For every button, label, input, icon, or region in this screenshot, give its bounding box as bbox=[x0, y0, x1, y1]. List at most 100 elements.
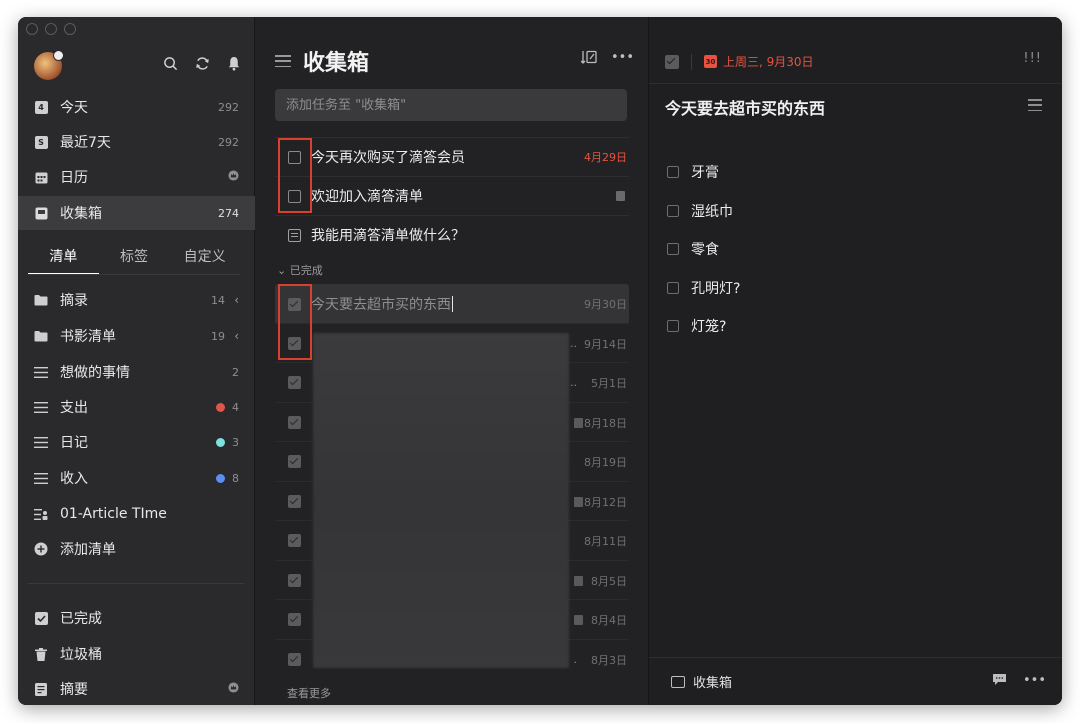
sidebar-item-label: 今天 bbox=[60, 100, 88, 116]
add-list-button[interactable]: 添加清单 bbox=[18, 532, 255, 566]
truncation-ellipsis: . bbox=[573, 653, 578, 666]
sidebar-item-calendar[interactable]: 日历 bbox=[18, 160, 255, 194]
more-options-icon[interactable]: ••• bbox=[1023, 673, 1046, 690]
checklist-mode-icon[interactable] bbox=[1028, 99, 1042, 111]
sidebar: 4 今天 292 S 最近7天 292 日历 收集箱 274 清单 标签 自定义… bbox=[18, 17, 255, 705]
subtask-checkbox[interactable] bbox=[667, 320, 679, 332]
subtask-checkbox[interactable] bbox=[667, 166, 679, 178]
list-color-dot bbox=[216, 402, 225, 412]
sidebar-item-trash[interactable]: 垃圾桶 bbox=[18, 637, 255, 671]
blurred-content bbox=[313, 333, 569, 668]
list-actions: ••• bbox=[580, 50, 634, 68]
bell-icon[interactable] bbox=[226, 55, 242, 71]
subtask-item[interactable]: 零食 bbox=[667, 239, 719, 259]
priority-flag-icon[interactable]: !!! bbox=[1023, 51, 1042, 66]
more-options-icon[interactable]: ••• bbox=[611, 50, 634, 68]
pro-crown-icon bbox=[228, 170, 239, 184]
list-lines-icon bbox=[34, 435, 48, 449]
folder-icon bbox=[34, 329, 48, 343]
task-checkbox-checked[interactable] bbox=[288, 534, 301, 547]
task-title: 今天再次购买了滴答会员 bbox=[311, 150, 465, 166]
close-window-button[interactable] bbox=[26, 23, 38, 35]
note-icon bbox=[574, 575, 583, 586]
subtask-item[interactable]: 灯笼? bbox=[667, 316, 726, 336]
chevron-left-icon[interactable]: ‹ bbox=[234, 293, 239, 307]
sidebar-item-label: 支出 bbox=[60, 400, 88, 416]
list-lines-icon bbox=[34, 365, 48, 379]
sidebar-item-label: 已完成 bbox=[60, 611, 102, 627]
task-checkbox-checked[interactable] bbox=[288, 613, 301, 626]
task-list-selector[interactable]: 收集箱 bbox=[693, 672, 732, 691]
subtask-checkbox[interactable] bbox=[667, 205, 679, 217]
subtask-label: 孔明灯? bbox=[691, 281, 741, 297]
sidebar-item-today[interactable]: 4 今天 292 bbox=[18, 90, 255, 124]
task-date: 9月14日 bbox=[584, 337, 627, 351]
sidebar-item-label: 收集箱 bbox=[60, 206, 102, 222]
subtask-checkbox[interactable] bbox=[667, 282, 679, 294]
sidebar-item-inbox[interactable]: 收集箱 274 bbox=[18, 196, 255, 230]
sort-icon[interactable] bbox=[580, 50, 597, 68]
task-date: 8月4日 bbox=[591, 613, 627, 627]
sidebar-list-diary[interactable]: 日记 3 bbox=[18, 425, 255, 459]
count-badge: 292 bbox=[218, 100, 239, 114]
completed-section-label: 已完成 bbox=[289, 264, 323, 277]
sync-icon[interactable] bbox=[194, 55, 210, 71]
sidebar-list-excerpts[interactable]: 摘录 14 ‹ bbox=[18, 283, 255, 317]
task-title[interactable]: 今天要去超市买的东西 bbox=[665, 95, 825, 119]
sidebar-item-next-7-days[interactable]: S 最近7天 292 bbox=[18, 125, 255, 159]
task-date: 8月11日 bbox=[584, 534, 627, 548]
task-date: 5月1日 bbox=[591, 376, 627, 390]
checkbox-checked-icon bbox=[34, 611, 48, 625]
minimize-window-button[interactable] bbox=[45, 23, 57, 35]
tab-custom[interactable]: 自定义 bbox=[169, 245, 240, 274]
sidebar-item-summary[interactable]: 摘要 bbox=[18, 672, 255, 705]
count-badge: 2 bbox=[232, 365, 239, 379]
avatar[interactable] bbox=[34, 50, 64, 80]
show-more-link[interactable]: 查看更多 bbox=[287, 685, 331, 701]
subtask-item[interactable]: 孔明灯? bbox=[667, 278, 740, 298]
sidebar-list-expenses[interactable]: 支出 4 bbox=[18, 390, 255, 424]
task-checkbox-checked[interactable] bbox=[288, 653, 301, 666]
subtask-checkbox[interactable] bbox=[667, 243, 679, 255]
sidebar-list-books-movies[interactable]: 书影清单 19 ‹ bbox=[18, 319, 255, 353]
list-lines-icon bbox=[34, 400, 48, 414]
subtask-item[interactable]: 湿纸巾 bbox=[667, 201, 733, 221]
search-icon[interactable] bbox=[162, 55, 178, 71]
due-date-button[interactable]: 上周三, 9月30日 bbox=[723, 53, 814, 70]
sidebar-list-wishlist[interactable]: 想做的事情 2 bbox=[18, 355, 255, 389]
task-row[interactable]: 我能用滴答清单做什么？ bbox=[275, 215, 629, 254]
sidebar-item-label: 书影清单 bbox=[60, 329, 116, 345]
sidebar-list-income[interactable]: 收入 8 bbox=[18, 461, 255, 495]
task-date: 8月5日 bbox=[591, 574, 627, 588]
task-row[interactable]: 欢迎加入滴答清单 bbox=[275, 176, 629, 215]
chevron-left-icon[interactable]: ‹ bbox=[234, 329, 239, 343]
add-task-input[interactable] bbox=[275, 89, 627, 121]
highlight-box bbox=[278, 284, 312, 360]
task-row[interactable]: 今天再次购买了滴答会员 4月29日 bbox=[275, 137, 629, 176]
sidebar-item-completed[interactable]: 已完成 bbox=[18, 601, 255, 635]
task-title: 今天要去超市买的东西 bbox=[311, 297, 451, 313]
task-title: 我能用滴答清单做什么？ bbox=[311, 228, 465, 244]
comment-icon[interactable] bbox=[992, 673, 1007, 690]
completed-task-row[interactable]: 今天要去超市买的东西 9月30日 bbox=[275, 284, 629, 324]
sidebar-item-label: 垃圾桶 bbox=[60, 647, 102, 663]
document-icon bbox=[34, 682, 48, 696]
menu-icon[interactable] bbox=[275, 55, 291, 67]
task-checkbox-checked[interactable] bbox=[288, 376, 301, 389]
list-color-dot bbox=[216, 473, 225, 483]
subtask-item[interactable]: 牙膏 bbox=[667, 162, 719, 182]
tab-lists[interactable]: 清单 bbox=[28, 245, 99, 274]
task-checkbox-checked[interactable] bbox=[288, 455, 301, 468]
zoom-window-button[interactable] bbox=[64, 23, 76, 35]
folder-icon bbox=[34, 293, 48, 307]
tab-tags[interactable]: 标签 bbox=[99, 245, 170, 274]
pro-crown-icon bbox=[228, 682, 239, 696]
task-checkbox-checked[interactable] bbox=[288, 416, 301, 429]
task-checkbox-checked[interactable] bbox=[288, 574, 301, 587]
completed-section-toggle[interactable]: ⌄ 已完成 bbox=[277, 262, 323, 278]
task-checkbox-checked[interactable] bbox=[288, 495, 301, 508]
sidebar-list-article-time[interactable]: 01-Article TIme bbox=[18, 497, 255, 531]
truncation-ellipsis: .. bbox=[570, 337, 577, 350]
calendar-grid-icon bbox=[34, 170, 48, 184]
task-checkbox-checked[interactable] bbox=[665, 54, 679, 69]
